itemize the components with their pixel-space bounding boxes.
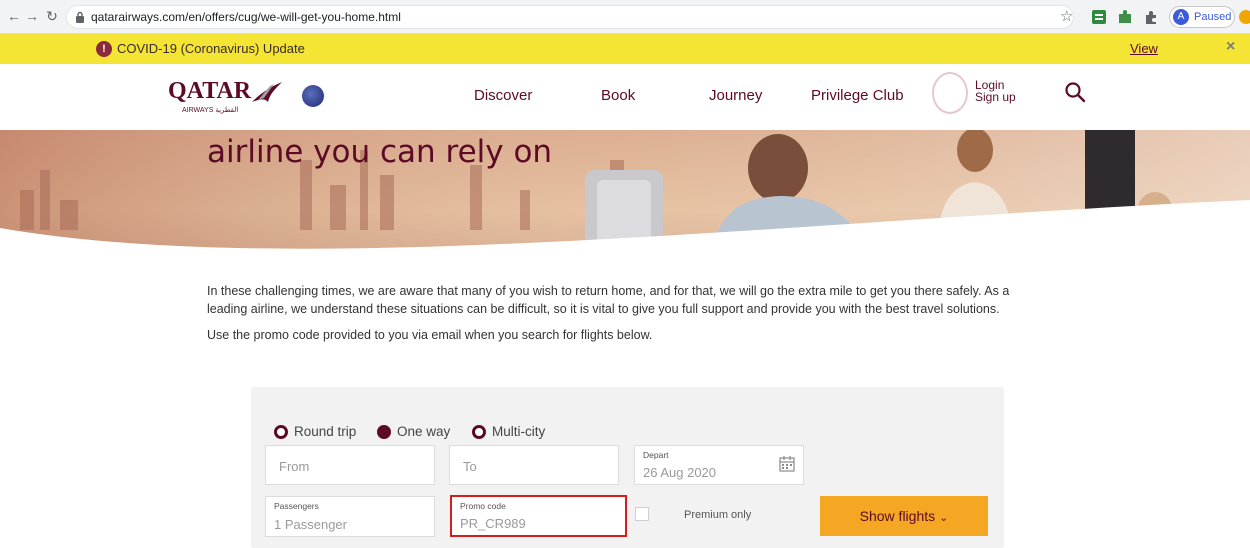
calendar-icon[interactable] xyxy=(778,455,796,473)
radio-one-way[interactable] xyxy=(377,425,391,439)
nav-discover[interactable]: Discover xyxy=(474,87,532,104)
url-text: qatarairways.com/en/offers/cug/we-will-g… xyxy=(91,10,401,24)
hero-banner: airline you can rely on xyxy=(0,130,1250,278)
depart-label: Depart xyxy=(643,450,669,460)
address-bar[interactable]: qatarairways.com/en/offers/cug/we-will-g… xyxy=(66,5,1074,29)
round-trip-label: Round trip xyxy=(294,424,357,439)
logo-subtext: AIRWAYS القطرية xyxy=(182,107,239,114)
passengers-value: 1 Passenger xyxy=(274,517,347,532)
oryx-logo-icon xyxy=(252,82,282,102)
promo-code-field[interactable]: Promo code PR_CR989 xyxy=(450,495,627,537)
to-placeholder: To xyxy=(463,459,477,474)
passengers-label: Passengers xyxy=(274,501,319,511)
flight-search-widget: Round trip One way Multi-city From To De… xyxy=(251,387,1004,548)
logo-text: QATAR xyxy=(168,78,252,104)
from-placeholder: From xyxy=(279,459,310,474)
covid-view-link[interactable]: View xyxy=(1130,41,1158,56)
hero-image xyxy=(0,130,1250,278)
bookmark-star-icon[interactable]: ☆ xyxy=(1060,7,1073,25)
signup-label: Sign up xyxy=(975,90,1016,104)
promo-code-value: PR_CR989 xyxy=(460,516,526,531)
search-icon[interactable] xyxy=(1064,81,1086,103)
depart-value: 26 Aug 2020 xyxy=(643,465,717,480)
extension-puzzle-green-icon[interactable] xyxy=(1116,8,1134,26)
hero-title: airline you can rely on xyxy=(207,134,553,170)
profile-button[interactable]: A Paused xyxy=(1169,6,1235,28)
depart-date-field[interactable]: Depart 26 Aug 2020 xyxy=(634,445,804,485)
browser-toolbar: ← → ↻ qatarairways.com/en/offers/cug/we-… xyxy=(0,0,1250,34)
premium-only-checkbox[interactable] xyxy=(635,507,649,521)
site-header: QATAR AIRWAYS القطرية Discover Book Jour… xyxy=(0,64,1250,130)
premium-only-label: Premium only xyxy=(684,509,752,521)
lock-icon xyxy=(76,11,84,23)
multi-city-label: Multi-city xyxy=(492,424,546,439)
covid-banner-text: COVID-19 (Coronavirus) Update xyxy=(117,41,305,56)
user-avatar-icon[interactable] xyxy=(932,72,968,114)
oneworld-logo-icon xyxy=(302,85,324,107)
back-icon[interactable]: ← xyxy=(6,8,22,24)
extension-orange-icon[interactable] xyxy=(1239,10,1250,24)
alert-icon: ! xyxy=(96,41,112,57)
radio-round-trip[interactable] xyxy=(274,425,288,439)
promo-instructions: Use the promo code provided to you via e… xyxy=(207,328,653,342)
show-flights-button[interactable]: Show flights ⌄ xyxy=(820,496,988,536)
forward-icon[interactable]: → xyxy=(24,8,40,24)
nav-journey[interactable]: Journey xyxy=(709,87,762,104)
extension-sheet-icon[interactable] xyxy=(1090,8,1108,26)
profile-avatar: A xyxy=(1173,9,1189,25)
reload-icon[interactable]: ↻ xyxy=(44,8,60,24)
profile-status: Paused xyxy=(1194,11,1232,23)
intro-paragraph: In these challenging times, we are aware… xyxy=(207,284,1010,316)
login-signup-link[interactable]: Login Sign up xyxy=(975,79,1016,103)
nav-privilege-club[interactable]: Privilege Club xyxy=(811,87,904,104)
from-field[interactable]: From xyxy=(265,445,435,485)
extensions-puzzle-icon[interactable] xyxy=(1142,8,1160,26)
passengers-field[interactable]: Passengers 1 Passenger xyxy=(265,496,435,537)
close-icon[interactable]: × xyxy=(1226,38,1235,56)
covid-banner: ! COVID-19 (Coronavirus) Update View × xyxy=(0,34,1250,64)
qatar-airways-logo[interactable]: QATAR AIRWAYS القطرية xyxy=(168,76,282,116)
nav-book[interactable]: Book xyxy=(601,87,635,104)
promo-code-label: Promo code xyxy=(460,501,506,511)
chevron-down-icon: ⌄ xyxy=(939,512,949,524)
to-field[interactable]: To xyxy=(449,445,619,485)
radio-multi-city[interactable] xyxy=(472,425,486,439)
one-way-label: One way xyxy=(397,424,451,439)
show-flights-label: Show flights xyxy=(859,508,936,524)
